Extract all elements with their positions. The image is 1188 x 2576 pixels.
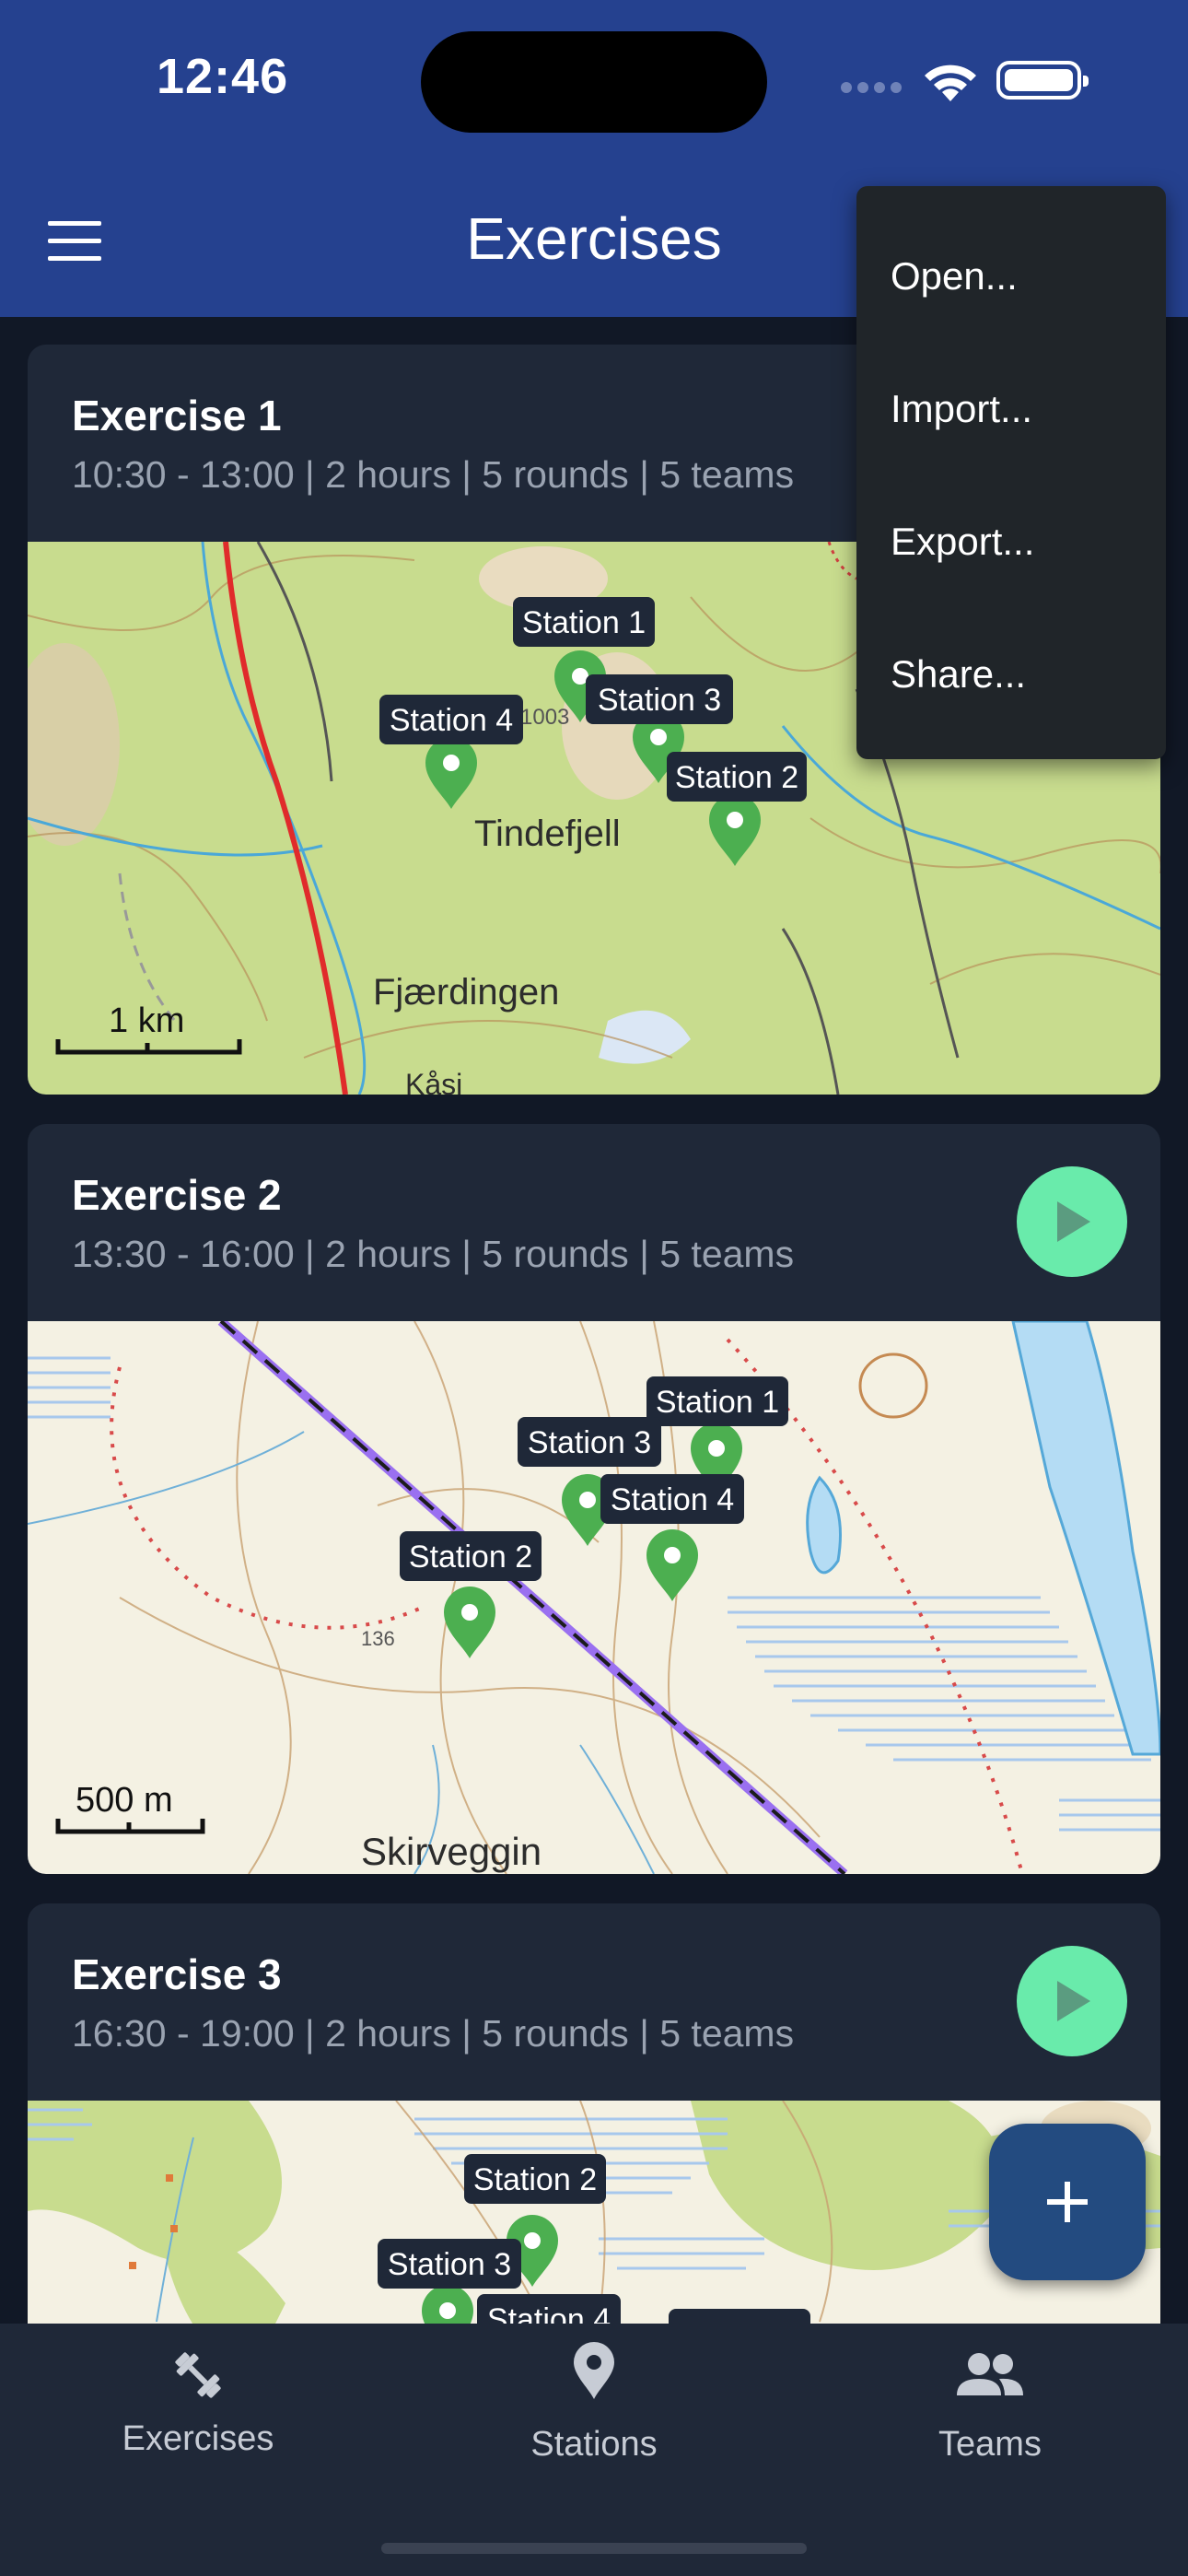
play-icon	[1057, 1981, 1090, 2021]
station-tag: Station 3	[598, 683, 721, 718]
map-place-label: Kåsi	[405, 1068, 462, 1095]
exercise-title: Exercise 2	[72, 1171, 282, 1219]
play-button[interactable]	[1017, 1946, 1127, 2056]
status-time: 12:46	[157, 49, 289, 104]
exercise-map[interactable]: 136 Skirveggin 500 m Station 1 Station 3…	[28, 1321, 1160, 1874]
exercise-subtitle: 16:30 - 19:00 | 2 hours | 5 rounds | 5 t…	[72, 2012, 795, 2055]
dynamic-island	[421, 31, 767, 133]
wifi-icon	[925, 64, 976, 101]
add-exercise-button[interactable]	[989, 2124, 1146, 2280]
nav-label: Stations	[530, 2425, 658, 2464]
nav-label: Exercises	[122, 2419, 274, 2458]
exercise-title: Exercise 1	[72, 392, 282, 439]
play-button[interactable]	[1017, 1166, 1127, 1277]
cellular-signal-icon	[841, 81, 907, 98]
map-scale-label: 1 km	[109, 1001, 184, 1040]
dumbbell-icon	[175, 2352, 221, 2398]
bottom-navigation: Exercises Stations Teams	[0, 2324, 1188, 2576]
menu-item-import[interactable]: Import...	[891, 387, 1032, 431]
overflow-menu: Open... Import... Export... Share...	[856, 186, 1166, 759]
station-tag: Station 1	[522, 605, 646, 640]
nav-label: Teams	[938, 2425, 1042, 2464]
exercise-title: Exercise 3	[72, 1950, 282, 1998]
station-tag: Station 1	[656, 1385, 779, 1420]
station-tag: Station 3	[388, 2247, 511, 2282]
menu-item-share[interactable]: Share...	[891, 652, 1026, 697]
map-scale-label: 500 m	[76, 1781, 173, 1820]
station-tag: Station 2	[409, 1540, 532, 1575]
map-place-label: Fjærdingen	[373, 972, 559, 1013]
group-icon	[957, 2353, 1023, 2395]
home-indicator	[381, 2543, 807, 2554]
map-place-label: Skirveggin	[361, 1830, 542, 1873]
menu-item-open[interactable]: Open...	[891, 254, 1018, 299]
map-place-label: Tindefjell	[474, 814, 621, 854]
exercise-subtitle: 10:30 - 13:00 | 2 hours | 5 rounds | 5 t…	[72, 453, 795, 496]
nav-item-exercises[interactable]: Exercises	[60, 2324, 336, 2508]
exercise-card[interactable]: Exercise 2 13:30 - 16:00 | 2 hours | 5 r…	[28, 1124, 1160, 1874]
station-tag: Station 4	[611, 1482, 734, 1517]
station-tag: Station 4	[390, 703, 513, 738]
map-elevation-label: 136	[361, 1627, 395, 1650]
play-icon	[1057, 1201, 1090, 1242]
station-tag: Station 2	[675, 760, 798, 795]
exercise-subtitle: 13:30 - 16:00 | 2 hours | 5 rounds | 5 t…	[72, 1233, 795, 1275]
station-tag: Station 3	[528, 1425, 651, 1460]
plus-icon	[1047, 2182, 1088, 2222]
menu-item-export[interactable]: Export...	[891, 520, 1034, 564]
nav-item-stations[interactable]: Stations	[456, 2324, 732, 2508]
map-elevation-label: 1003	[520, 705, 569, 730]
battery-icon	[996, 61, 1089, 100]
location-pin-icon	[574, 2342, 614, 2399]
station-tag: Station 2	[473, 2162, 597, 2197]
nav-item-teams[interactable]: Teams	[852, 2324, 1128, 2508]
